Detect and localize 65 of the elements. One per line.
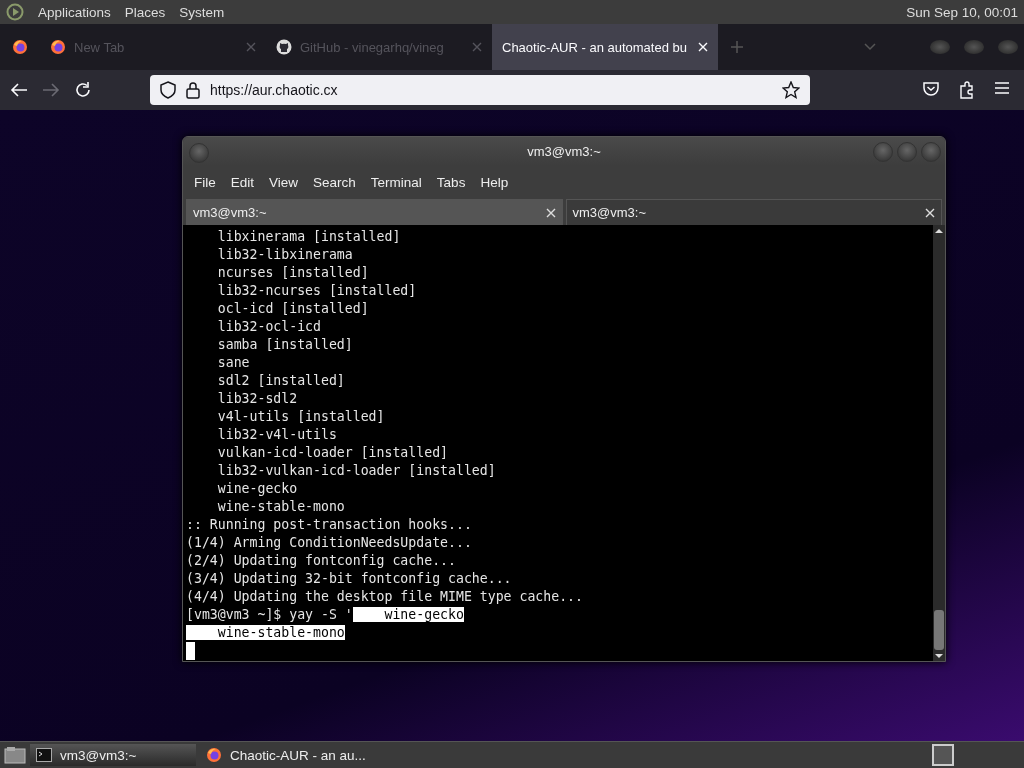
show-desktop-icon[interactable] bbox=[4, 746, 26, 764]
menu-icon[interactable] bbox=[994, 81, 1010, 95]
panel-menu[interactable]: System bbox=[179, 4, 225, 20]
terminal-line: vulkan-icd-loader [installed] bbox=[216, 445, 448, 460]
terminal-line: wine-gecko bbox=[216, 481, 298, 496]
back-icon[interactable] bbox=[10, 82, 28, 98]
menu-item[interactable]: Tabs bbox=[429, 174, 474, 190]
menu-item[interactable]: Help bbox=[473, 174, 517, 190]
taskbar-button[interactable]: Chaotic-AUR - an au... bbox=[200, 744, 372, 766]
star-icon[interactable] bbox=[782, 81, 800, 99]
selected-text: wine-stable-mono bbox=[186, 625, 345, 640]
terminal-line: lib32-v4l-utils bbox=[216, 427, 337, 442]
window-title: vm3@vm3:~ bbox=[527, 143, 601, 159]
scroll-down-icon[interactable] bbox=[935, 654, 943, 658]
terminal-line: ncurses [installed] bbox=[216, 265, 369, 280]
workspace-switcher[interactable] bbox=[932, 744, 954, 766]
pocket-icon[interactable] bbox=[922, 81, 940, 97]
lock-icon[interactable] bbox=[186, 81, 200, 99]
firefox-icon bbox=[206, 747, 222, 763]
terminal-icon bbox=[36, 748, 52, 762]
browser-tab[interactable]: Chaotic-AUR - an automated bu bbox=[492, 24, 718, 70]
terminal-line: lib32-vulkan-icd-loader [installed] bbox=[216, 463, 496, 478]
cursor bbox=[186, 642, 195, 660]
menu-item[interactable]: Terminal bbox=[363, 174, 430, 190]
clock: Sun Sep 10, 00:01 bbox=[906, 4, 1018, 20]
launcher-icon[interactable] bbox=[6, 3, 24, 21]
selected-text: wine-gecko bbox=[352, 607, 464, 622]
terminal-line: (4/4) Updating the desktop file MIME type cache... bbox=[186, 589, 583, 604]
terminal-line: (3/4) Updating 32-bit fontconfig cache... bbox=[186, 571, 512, 586]
panel-menu[interactable]: Applications bbox=[38, 4, 111, 20]
terminal-line: lib32-ocl-icd bbox=[216, 319, 321, 334]
terminal-line: sane bbox=[216, 355, 250, 370]
firefox-icon bbox=[50, 39, 66, 55]
terminal-line: wine-stable-mono bbox=[216, 499, 345, 514]
terminal-line: (2/4) Updating fontconfig cache... bbox=[186, 553, 456, 568]
firefox-pinned-tab-icon bbox=[12, 39, 28, 55]
terminal-line: samba [installed] bbox=[216, 337, 353, 352]
terminal-line: libxinerama [installed] bbox=[216, 229, 401, 244]
scroll-up-icon[interactable] bbox=[935, 229, 943, 233]
terminal-line: (1/4) Arming ConditionNeedsUpdate... bbox=[186, 535, 472, 550]
terminal-line: lib32-libxinerama bbox=[216, 247, 353, 262]
terminal-line: lib32-sdl2 bbox=[216, 391, 298, 406]
taskbar-button[interactable]: vm3@vm3:~ bbox=[30, 744, 196, 766]
panel-menu[interactable]: Places bbox=[124, 4, 166, 20]
reload-icon[interactable] bbox=[74, 81, 92, 99]
github-icon bbox=[276, 39, 292, 55]
terminal-line: lib32-ncurses [installed] bbox=[216, 283, 417, 298]
terminal-line: [vm3@vm3 ~]$ yay -S ' bbox=[186, 607, 353, 622]
menu-item[interactable]: View bbox=[262, 174, 307, 190]
url-text: https://aur.chaotic.cx bbox=[210, 82, 339, 98]
menu-item[interactable]: Search bbox=[306, 174, 364, 190]
scrollbar[interactable] bbox=[933, 225, 945, 661]
scrollbar-thumb[interactable] bbox=[934, 610, 944, 650]
menu-item[interactable]: Edit bbox=[223, 174, 263, 190]
terminal-tab[interactable]: vm3@vm3:~ bbox=[565, 199, 942, 225]
menu-item[interactable]: File bbox=[187, 174, 224, 190]
terminal-line: :: Running post-transaction hooks... bbox=[186, 517, 472, 532]
shield-icon[interactable] bbox=[160, 81, 176, 99]
chevron-icon[interactable] bbox=[864, 43, 876, 51]
terminal-line: v4l-utils [installed] bbox=[216, 409, 385, 424]
terminal-line: sdl2 [installed] bbox=[216, 373, 345, 388]
puzzle-icon[interactable] bbox=[958, 81, 976, 99]
terminal-line: ocl-icd [installed] bbox=[216, 301, 369, 316]
address-bar[interactable]: https://aur.chaotic.cx bbox=[150, 75, 810, 105]
terminal-tab[interactable]: vm3@vm3:~ bbox=[186, 199, 563, 225]
